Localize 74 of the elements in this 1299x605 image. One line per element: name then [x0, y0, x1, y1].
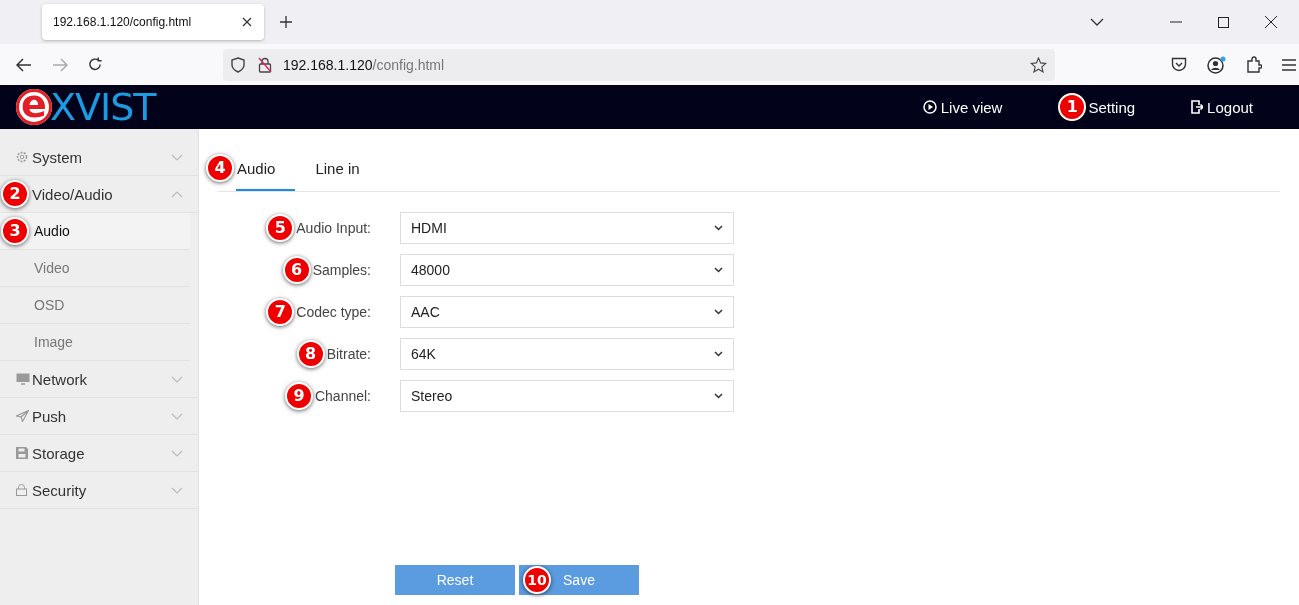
menu-label: System — [32, 148, 83, 166]
close-icon[interactable] — [242, 17, 252, 27]
chevron-down-icon — [171, 449, 183, 457]
lock-icon — [16, 484, 27, 496]
chevron-down-icon[interactable] — [1090, 18, 1104, 26]
callout-number: 4 — [206, 154, 234, 182]
chevron-down-icon — [171, 486, 183, 494]
nav-link[interactable]: Live view — [922, 98, 1003, 116]
callout-number: 5 — [266, 214, 295, 242]
nav-link[interactable]: Setting — [1088, 98, 1136, 116]
menu-item[interactable]: Push — [0, 398, 198, 435]
paper-plane-icon — [16, 410, 29, 422]
back-arrow-icon[interactable] — [16, 57, 32, 72]
submenu-item[interactable]: OSD — [0, 287, 190, 324]
shield-icon[interactable] — [231, 56, 245, 73]
chevron-down-icon — [714, 267, 723, 273]
callout-number: 7 — [266, 298, 295, 326]
menu-label: Push — [32, 407, 68, 425]
chevron-down-icon — [714, 393, 723, 399]
field-label: Samples: — [312, 262, 371, 278]
tab[interactable]: Audio — [236, 149, 296, 191]
menu-label: Security — [32, 481, 88, 499]
logout-icon — [1191, 100, 1204, 114]
chevron-up-icon — [171, 190, 183, 198]
insecure-lock-icon[interactable] — [258, 56, 272, 73]
browser-tab[interactable]: 192.168.1.120/config.html — [42, 4, 264, 40]
dropdown[interactable]: 48000 — [400, 254, 734, 286]
monitor-icon — [16, 373, 30, 385]
dropdown[interactable]: HDMI — [400, 212, 734, 244]
play-icon — [922, 100, 937, 114]
maximize-icon[interactable] — [1218, 16, 1229, 28]
star-icon[interactable] — [1030, 56, 1047, 73]
menu-item[interactable]: System — [0, 139, 198, 176]
address-bar[interactable]: 192.168.1.120/config.html — [223, 48, 1055, 81]
dropdown[interactable]: 64K — [400, 338, 734, 370]
chevron-down-icon — [714, 351, 723, 357]
tab[interactable]: Line in — [295, 149, 380, 191]
menu-label: Storage — [32, 444, 86, 462]
puzzle-icon[interactable] — [1246, 56, 1262, 73]
callout-number: 8 — [296, 340, 325, 368]
field-label: Codec type: — [296, 304, 371, 320]
callout-number: 9 — [284, 382, 313, 410]
tab-title: 192.168.1.120/config.html — [53, 15, 192, 29]
callout-number: 6 — [282, 256, 311, 284]
save-icon — [16, 447, 28, 459]
chevron-down-icon — [171, 375, 183, 383]
account-icon[interactable] — [1207, 55, 1226, 74]
menu-label: Network — [32, 370, 88, 388]
submenu-item[interactable]: Video — [0, 250, 190, 287]
chevron-down-icon — [714, 225, 723, 231]
chevron-down-icon — [714, 309, 723, 315]
submenu-item[interactable]: Image — [0, 324, 190, 361]
chevron-down-icon — [171, 412, 183, 420]
menu-item[interactable]: Security — [0, 472, 198, 509]
gear-icon — [16, 151, 28, 163]
menu-item[interactable]: Storage — [0, 435, 198, 472]
chevron-down-icon — [171, 153, 183, 161]
callout-number: 1 — [1058, 93, 1087, 121]
field-label: Audio Input: — [296, 220, 371, 236]
menu-icon[interactable] — [1282, 58, 1296, 71]
field-label: Bitrate: — [326, 346, 371, 362]
logo: eXVIST — [16, 87, 156, 127]
url-text: 192.168.1.120/config.html — [283, 56, 445, 73]
close-icon[interactable] — [1265, 16, 1277, 28]
menu-label: Video/Audio — [32, 185, 114, 203]
menu-item[interactable]: Network — [0, 361, 198, 398]
callout-number: 2 — [1, 180, 29, 208]
reload-icon[interactable] — [88, 57, 103, 72]
dropdown[interactable]: Stereo — [400, 380, 734, 412]
nav-link[interactable]: Logout — [1191, 98, 1253, 116]
dropdown[interactable]: AAC — [400, 296, 734, 328]
pocket-icon[interactable] — [1171, 57, 1187, 72]
field-label: Channel: — [314, 388, 371, 404]
new-tab-icon[interactable] — [280, 16, 292, 28]
